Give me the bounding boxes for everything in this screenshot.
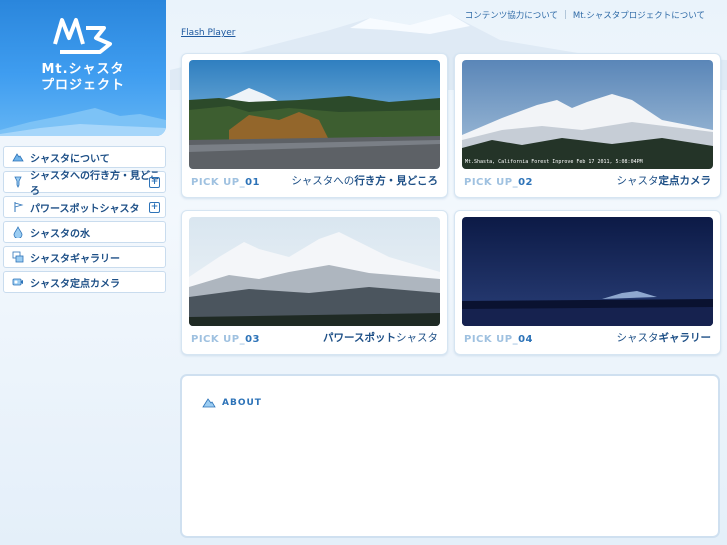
sidebar-item-label: シャスタへの行き方・見どころ (30, 171, 160, 197)
mountain-icon (12, 151, 24, 163)
camera-icon (12, 276, 24, 288)
expand-icon[interactable]: + (149, 177, 160, 188)
pickup-title: パワースポットシャスタ (323, 332, 438, 344)
pickup-title: シャスタ定点カメラ (616, 175, 712, 187)
sidebar-item-label: シャスタについて (30, 153, 110, 165)
expand-icon[interactable]: + (149, 202, 160, 213)
sidebar-item-gallery[interactable]: シャスタギャラリー (3, 246, 166, 268)
gallery-icon (12, 251, 24, 263)
water-drop-icon (12, 226, 24, 238)
sidebar-item-label: シャスタ定点カメラ (30, 278, 120, 290)
header-links: コンテンツ協力について | Mt.シャスタプロジェクトについて (465, 9, 705, 21)
ms-logo-mark-icon (53, 18, 112, 54)
sidebar-item-label: シャスタの水 (30, 228, 90, 240)
sidebar-item-about-shasta[interactable]: シャスタについて (3, 146, 166, 168)
pickup-card-02[interactable]: Mt.Shasta, California Forest Inprove Feb… (454, 53, 721, 198)
sidebar-item-label: シャスタギャラリー (30, 253, 120, 265)
pickup-title: シャスタギャラリー (616, 332, 712, 344)
link-about-project[interactable]: Mt.シャスタプロジェクトについて (573, 9, 705, 21)
logo-mountain-ridge (0, 108, 166, 136)
mountain-icon (202, 397, 216, 409)
pickup-photo-lake-road (189, 60, 440, 169)
sidebar-item-water[interactable]: シャスタの水 (3, 221, 166, 243)
logo-text-line1: Mt.シャスタ (41, 62, 125, 77)
flag-icon (12, 201, 24, 213)
pickup-photo-snowy-mountain (189, 217, 440, 326)
about-heading: ABOUT (202, 397, 262, 409)
pickup-photo-night-sky (462, 217, 713, 326)
sidebar-item-camera[interactable]: シャスタ定点カメラ (3, 271, 166, 293)
link-separator: | (564, 10, 567, 20)
sidebar-item-access[interactable]: シャスタへの行き方・見どころ + (3, 171, 166, 197)
pickup-card-04[interactable]: PICK UP_04 シャスタギャラリー (454, 210, 721, 355)
pickup-photo-webcam: Mt.Shasta, California Forest Inprove Feb… (462, 60, 713, 169)
pickup-number: PICK UP_04 (464, 334, 533, 345)
link-content-cooperation[interactable]: コンテンツ協力について (465, 9, 558, 21)
logo-text-line2: プロジェクト (40, 78, 125, 93)
about-section: ABOUT (180, 374, 720, 538)
webcam-caption: Mt.Shasta, California Forest Inprove Feb… (465, 159, 643, 165)
site-logo[interactable]: Mt.シャスタ プロジェクト (0, 0, 166, 136)
sidebar-item-power-spot[interactable]: パワースポットシャスタ + (3, 196, 166, 218)
flash-player-link[interactable]: Flash Player (181, 28, 235, 38)
pin-icon (12, 176, 24, 188)
about-label: ABOUT (222, 398, 262, 408)
pickup-number: PICK UP_03 (191, 334, 260, 345)
sidebar-item-label: パワースポットシャスタ (30, 203, 140, 215)
pickup-card-03[interactable]: PICK UP_03 パワースポットシャスタ (181, 210, 448, 355)
pickup-title: シャスタへの行き方・見どころ (291, 175, 438, 187)
pickup-number: PICK UP_01 (191, 177, 260, 188)
sidebar-nav: シャスタについて シャスタへの行き方・見どころ + パワースポットシャスタ + … (3, 146, 166, 296)
pickup-card-01[interactable]: PICK UP_01 シャスタへの行き方・見どころ (181, 53, 448, 198)
pickup-number: PICK UP_02 (464, 177, 533, 188)
